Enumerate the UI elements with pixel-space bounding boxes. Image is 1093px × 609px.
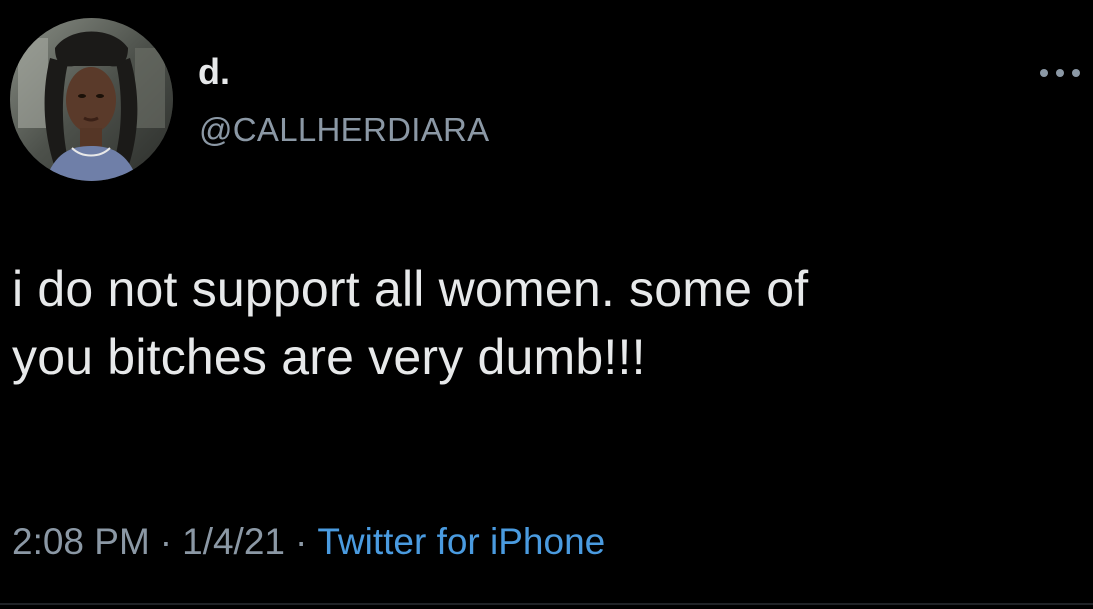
more-options-icon bbox=[1036, 67, 1084, 79]
separator: · bbox=[159, 521, 173, 562]
tweet-date[interactable]: 1/4/21 bbox=[182, 521, 285, 562]
divider bbox=[0, 603, 1093, 605]
tweet-text: i do not support all women. some of you … bbox=[12, 255, 1072, 391]
tweet-time[interactable]: 2:08 PM bbox=[12, 521, 150, 562]
author-display-name[interactable]: d. bbox=[198, 52, 230, 92]
avatar-photo bbox=[10, 18, 173, 181]
avatar[interactable] bbox=[10, 18, 173, 181]
author-handle[interactable]: @CALLHERDIARA bbox=[199, 110, 489, 150]
tweet-source-link[interactable]: Twitter for iPhone bbox=[317, 521, 605, 562]
separator: · bbox=[295, 521, 308, 562]
more-options-button[interactable] bbox=[1030, 58, 1090, 88]
tweet-text-line: i do not support all women. some of bbox=[12, 261, 809, 317]
tweet-card: d. @CALLHERDIARA i do not support all wo… bbox=[0, 0, 1093, 609]
tweet-text-line: you bitches are very dumb!!! bbox=[12, 329, 646, 385]
tweet-metadata: 2:08 PM · 1/4/21 · Twitter for iPhone bbox=[12, 518, 605, 566]
